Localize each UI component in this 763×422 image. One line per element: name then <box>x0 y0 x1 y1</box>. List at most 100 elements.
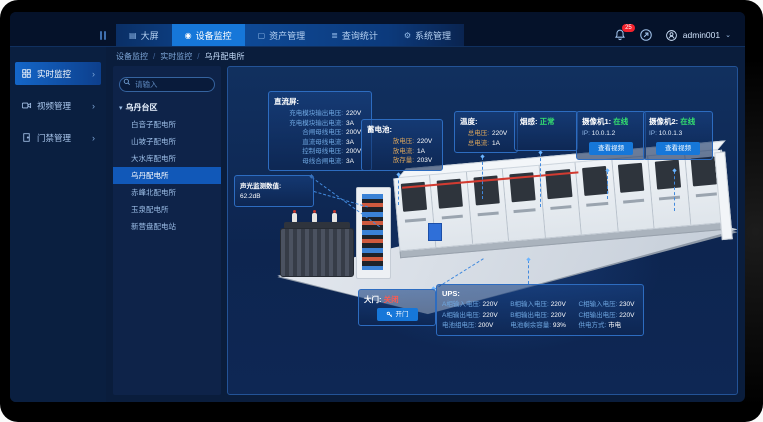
tab-query-statistics[interactable]: ≣ 查询统计 <box>318 24 391 46</box>
tree-item-selected[interactable]: 乌丹配电所 <box>113 167 221 184</box>
tab-dashboard[interactable]: ▤ 大屏 <box>116 24 172 46</box>
sidebar: 实时监控 › 视频管理 › 门禁管理 › <box>10 47 106 402</box>
battery-card: 蓄电池: 放电压:220V 放电流:1A 放存量:203V <box>361 119 443 171</box>
camera1-card: 摄像机1: 在线 IP: 10.0.1.2 查看视频 <box>576 111 646 160</box>
tab-asset-management[interactable]: ▢ 资产管理 <box>245 24 319 46</box>
metric-label: B相输入电压: <box>510 301 549 308</box>
metric-value: 220V <box>346 109 366 119</box>
metric-value: 230V <box>619 301 634 308</box>
tab-system-management[interactable]: ⚙ 系统管理 <box>391 24 464 46</box>
monitor-grid-icon <box>21 68 32 79</box>
video-camera-icon <box>21 100 32 111</box>
top-strip <box>10 12 745 24</box>
sound-monitor-card: 声光监测数值: 62.2dB <box>234 175 314 207</box>
metric-value: 220V <box>619 312 634 319</box>
metric-label: A相输出电压: <box>442 312 481 319</box>
nav-spacer <box>464 24 613 46</box>
statistics-icon: ≣ <box>331 31 338 40</box>
view-video-button[interactable]: 查看视频 <box>656 142 700 155</box>
metric-label: 总电压: <box>468 129 489 139</box>
tree-root-label: 乌丹台区 <box>126 103 158 112</box>
breadcrumb-item[interactable]: 设备监控 <box>116 51 148 62</box>
camera2-card: 摄像机2: 在线 IP: 10.0.1.3 查看视频 <box>643 111 713 160</box>
metric-value: 220V <box>482 312 497 319</box>
breadcrumb-separator: / <box>153 52 155 61</box>
ip-label: IP: <box>649 130 657 137</box>
chevron-down-icon: ⌄ <box>725 31 731 39</box>
app-window: ▤ 大屏 ◉ 设备监控 ▢ 资产管理 ≣ 查询统计 ⚙ 系统管理 <box>10 12 745 402</box>
metric-label: 控制母线电压: <box>302 147 343 157</box>
username-label: admin001 <box>683 30 720 40</box>
metric-value: 220V <box>482 301 497 308</box>
transformer-body <box>280 228 354 277</box>
metric-value: 1A <box>492 139 512 149</box>
metric-value: 220V <box>417 137 437 147</box>
collapse-handle-icon[interactable] <box>100 31 102 40</box>
sidebar-item-label: 视频管理 <box>37 100 71 112</box>
sidebar-item-realtime-monitoring[interactable]: 实时监控 › <box>15 62 101 85</box>
nav-right-zone: 25 admin001 ⌄ <box>613 24 745 46</box>
door-icon <box>21 132 32 143</box>
chevron-right-icon: › <box>92 101 95 111</box>
metric-label: C相输出电压: <box>578 312 617 319</box>
tab-label: 资产管理 <box>269 29 305 42</box>
metric-label: 放电流: <box>393 147 414 157</box>
wall-device-box <box>428 223 442 241</box>
metric-value: 203V <box>417 156 437 166</box>
camera1-status: 在线 <box>613 117 628 126</box>
sidebar-item-access-control[interactable]: 门禁管理 › <box>15 126 101 149</box>
breadcrumb-separator: / <box>197 52 199 61</box>
tree-item[interactable]: 新营盘配电站 <box>119 218 215 235</box>
sidebar-item-video-management[interactable]: 视频管理 › <box>15 94 101 117</box>
breadcrumb-item[interactable]: 实时监控 <box>160 51 192 62</box>
metric-value: 200V <box>478 322 493 329</box>
avatar-icon <box>665 29 678 42</box>
camera1-title: 摄像机1: <box>582 117 611 126</box>
tab-label: 大屏 <box>141 29 159 42</box>
tree-item[interactable]: 玉泉配电所 <box>119 201 215 218</box>
key-icon <box>386 311 393 318</box>
metric-value: 93% <box>553 322 566 329</box>
smoke-status: 正常 <box>540 117 555 126</box>
tree-item[interactable]: 赤峰北配电所 <box>119 184 215 201</box>
user-menu[interactable]: admin001 ⌄ <box>665 29 731 42</box>
chevron-right-icon: › <box>92 69 95 79</box>
metric-value: 220V <box>492 129 512 139</box>
smoke-title: 烟感: <box>520 117 538 126</box>
camera2-ip: 10.0.1.3 <box>659 130 683 137</box>
metric-label: 充电模块输出电流: <box>289 119 343 129</box>
tree-item[interactable]: 山坡子配电所 <box>119 133 215 150</box>
metric-label: 放电压: <box>393 137 414 147</box>
breadcrumb: 设备监控 / 实时监控 / 乌丹配电所 <box>106 47 745 66</box>
cabinet-panel <box>576 159 619 234</box>
nav-tabs: ▤ 大屏 ◉ 设备监控 ▢ 资产管理 ≣ 查询统计 ⚙ 系统管理 <box>116 24 464 46</box>
tree-item[interactable]: 大水库配电所 <box>119 150 215 167</box>
tree-search <box>119 74 215 92</box>
sound-value: 62.2dB <box>240 192 261 202</box>
temperature-card: 温度: 总电压:220V 总电流:1A <box>454 111 518 153</box>
tree-item[interactable]: 白音子配电所 <box>119 116 215 133</box>
monitor-icon: ◉ <box>185 31 192 40</box>
dashboard-icon: ▤ <box>129 31 137 40</box>
view-video-button[interactable]: 查看视频 <box>589 142 633 155</box>
transformer-illustration <box>280 219 354 277</box>
fullscreen-button[interactable] <box>639 28 653 42</box>
smoke-sensor-card: 烟感: 正常 <box>514 111 578 151</box>
tree-root-node[interactable]: ▾乌丹台区 <box>119 102 215 113</box>
station-tree-panel: ▾乌丹台区 白音子配电所 山坡子配电所 大水库配电所 乌丹配电所 赤峰北配电所 … <box>113 66 221 395</box>
metric-label: A相输入电压: <box>442 301 481 308</box>
open-door-button[interactable]: 开门 <box>377 308 418 321</box>
search-input[interactable] <box>119 77 215 92</box>
ip-label: IP: <box>582 130 590 137</box>
window-bezel: ▤ 大屏 ◉ 设备监控 ▢ 资产管理 ≣ 查询统计 ⚙ 系统管理 <box>0 0 763 422</box>
metric-label: B相输出电压: <box>510 312 549 319</box>
metric-value: 220V <box>551 312 566 319</box>
chevron-right-icon: › <box>92 133 95 143</box>
metric-label: 合闸母线电压: <box>302 128 343 138</box>
fullscreen-icon <box>639 28 653 42</box>
metric-label: 直流母线电流: <box>302 138 343 148</box>
metric-label: 电池剩余容量: <box>510 322 551 329</box>
collapse-handle-icon[interactable] <box>104 31 106 40</box>
tab-device-monitoring[interactable]: ◉ 设备监控 <box>172 24 245 46</box>
notifications-button[interactable]: 25 <box>613 28 627 42</box>
